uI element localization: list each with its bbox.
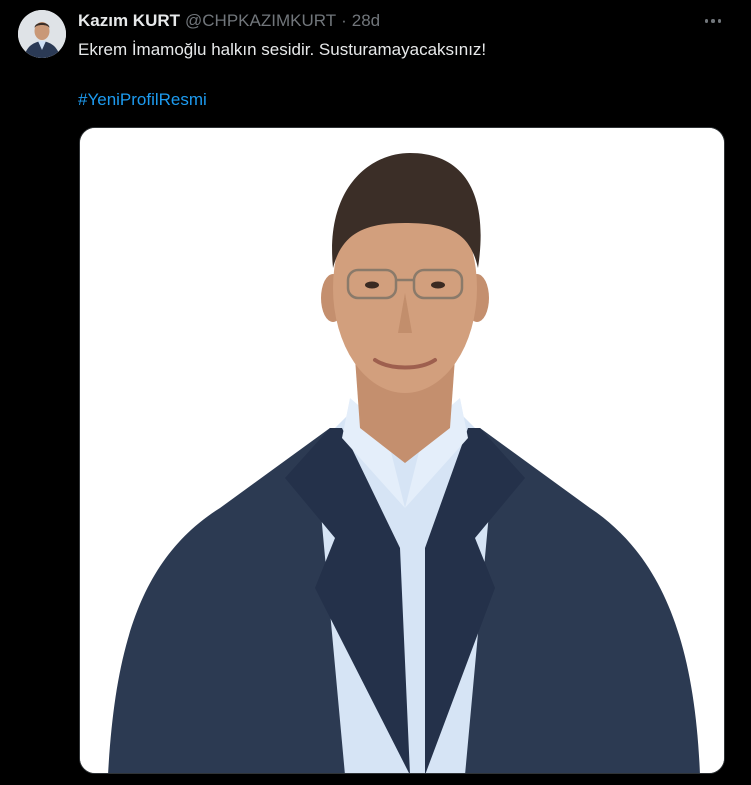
tweet[interactable]: Kazım KURT @CHPKAZIMKURT · 28d Ekrem İma… (0, 0, 751, 785)
author-handle[interactable]: @CHPKAZIMKURT (185, 11, 336, 31)
avatar-image (18, 10, 66, 58)
hashtag-link[interactable]: #YeniProfilResmi (78, 88, 207, 112)
more-horizontal-icon (704, 19, 709, 23)
tweet-text: Ekrem İmamoğlu halkın sesidir. Susturama… (78, 40, 487, 59)
author-name[interactable]: Kazım KURT (78, 11, 180, 31)
tweet-header: Kazım KURT @CHPKAZIMKURT · 28d (78, 10, 380, 32)
more-horizontal-icon-dot (711, 19, 715, 23)
header-separator: · (341, 11, 347, 30)
portrait-photo (80, 128, 724, 773)
tweet-timestamp[interactable]: 28d (352, 11, 380, 31)
tweet-media-image[interactable] (79, 127, 725, 774)
more-horizontal-icon-dot (717, 19, 722, 23)
author-avatar[interactable] (18, 10, 66, 58)
more-options-button[interactable] (700, 8, 726, 34)
